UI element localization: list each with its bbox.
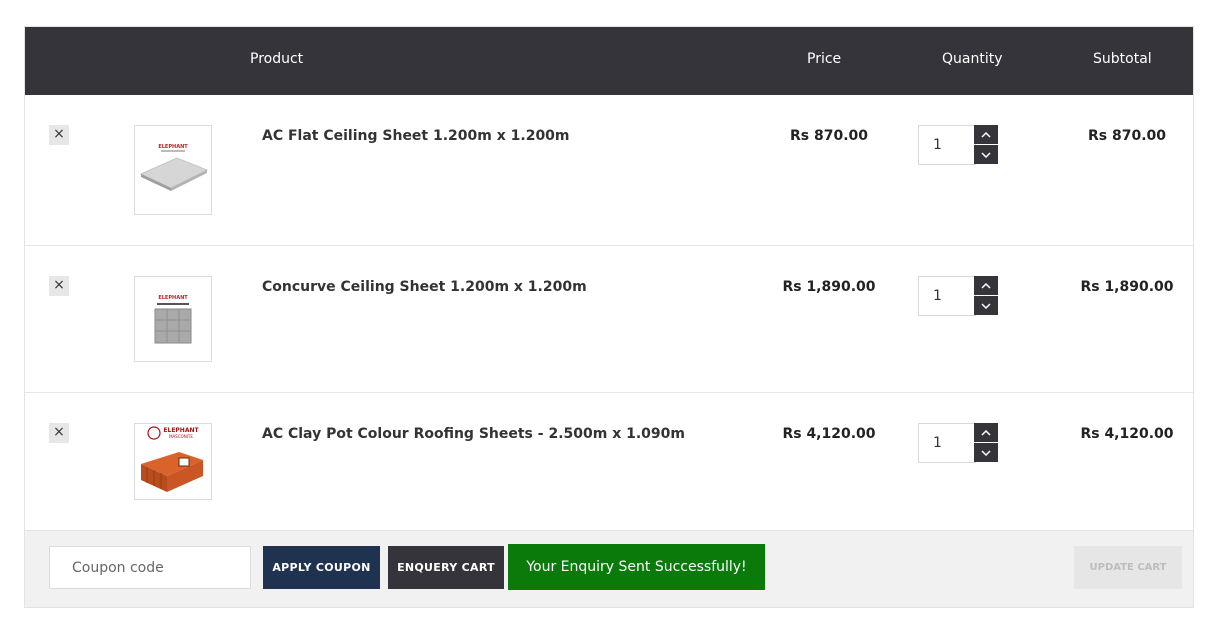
chevron-down-icon	[981, 302, 991, 309]
product-name-link[interactable]: Concurve Ceiling Sheet 1.200m x 1.200m	[262, 279, 587, 295]
svg-text:ELEPHANT: ELEPHANT	[163, 427, 199, 434]
quantity-increase-button[interactable]	[974, 276, 998, 295]
product-price: Rs 1,890.00	[782, 279, 876, 295]
quantity-input[interactable]	[918, 276, 976, 316]
cart-actions: APPLY COUPON ENQUERY CART Your Enquiry S…	[25, 530, 1193, 607]
product-subtotal: Rs 1,890.00	[1080, 279, 1174, 295]
coupon-code-input[interactable]	[49, 546, 251, 589]
quantity-decrease-button[interactable]	[974, 443, 998, 462]
column-header-subtotal: Subtotal	[1093, 51, 1152, 67]
chevron-up-icon	[981, 131, 991, 138]
update-cart-button[interactable]: UPDATE CART	[1074, 546, 1182, 589]
column-header-price: Price	[807, 51, 842, 67]
column-header-quantity: Quantity	[942, 51, 1003, 67]
cart-row: × ELEPHANT AC Flat Ceiling Sheet 1.200m …	[25, 95, 1193, 246]
product-thumbnail[interactable]: ELEPHANT MASCONITE	[134, 423, 212, 500]
quantity-input[interactable]	[918, 423, 976, 463]
svg-text:ELEPHANT: ELEPHANT	[158, 144, 188, 150]
product-subtotal: Rs 870.00	[1087, 128, 1166, 144]
quantity-decrease-button[interactable]	[974, 296, 998, 315]
quantity-increase-button[interactable]	[974, 423, 998, 442]
quantity-increase-button[interactable]	[974, 125, 998, 144]
chevron-down-icon	[981, 151, 991, 158]
cart-table: Product Price Quantity Subtotal × ELEPHA…	[24, 26, 1194, 608]
product-price: Rs 4,120.00	[782, 426, 876, 442]
concurve-sheet-image: ELEPHANT	[135, 277, 211, 361]
enquiry-cart-button[interactable]: ENQUERY CART	[388, 546, 504, 589]
product-name-link[interactable]: AC Clay Pot Colour Roofing Sheets - 2.50…	[262, 426, 685, 442]
quantity-stepper	[918, 276, 1000, 316]
quantity-decrease-button[interactable]	[974, 145, 998, 164]
roofing-sheet-image: ELEPHANT MASCONITE	[135, 424, 211, 499]
quantity-input[interactable]	[918, 125, 976, 165]
quantity-stepper	[918, 423, 1000, 463]
chevron-up-icon	[981, 282, 991, 289]
cart-row: × ELEPHANT Concurve Ceiling Sheet 1.200m…	[25, 246, 1193, 393]
product-thumbnail[interactable]: ELEPHANT	[134, 276, 212, 362]
column-header-product: Product	[250, 51, 304, 67]
remove-item-button[interactable]: ×	[49, 276, 69, 296]
remove-item-button[interactable]: ×	[49, 423, 69, 443]
product-price: Rs 870.00	[789, 128, 868, 144]
svg-text:ELEPHANT: ELEPHANT	[158, 295, 188, 301]
product-thumbnail[interactable]: ELEPHANT	[134, 125, 212, 215]
cart-table-header: Product Price Quantity Subtotal	[25, 27, 1193, 95]
quantity-stepper	[918, 125, 1000, 165]
cart-row: × ELEPHANT MASCONITE AC Clay Pot Colour …	[25, 393, 1193, 530]
flat-sheet-image: ELEPHANT	[135, 126, 211, 214]
enquiry-success-message: Your Enquiry Sent Successfully!	[508, 544, 765, 590]
chevron-down-icon	[981, 449, 991, 456]
product-subtotal: Rs 4,120.00	[1080, 426, 1174, 442]
product-name-link[interactable]: AC Flat Ceiling Sheet 1.200m x 1.200m	[262, 128, 570, 144]
chevron-up-icon	[981, 429, 991, 436]
svg-text:MASCONITE: MASCONITE	[169, 434, 193, 439]
apply-coupon-button[interactable]: APPLY COUPON	[263, 546, 380, 589]
remove-item-button[interactable]: ×	[49, 125, 69, 145]
